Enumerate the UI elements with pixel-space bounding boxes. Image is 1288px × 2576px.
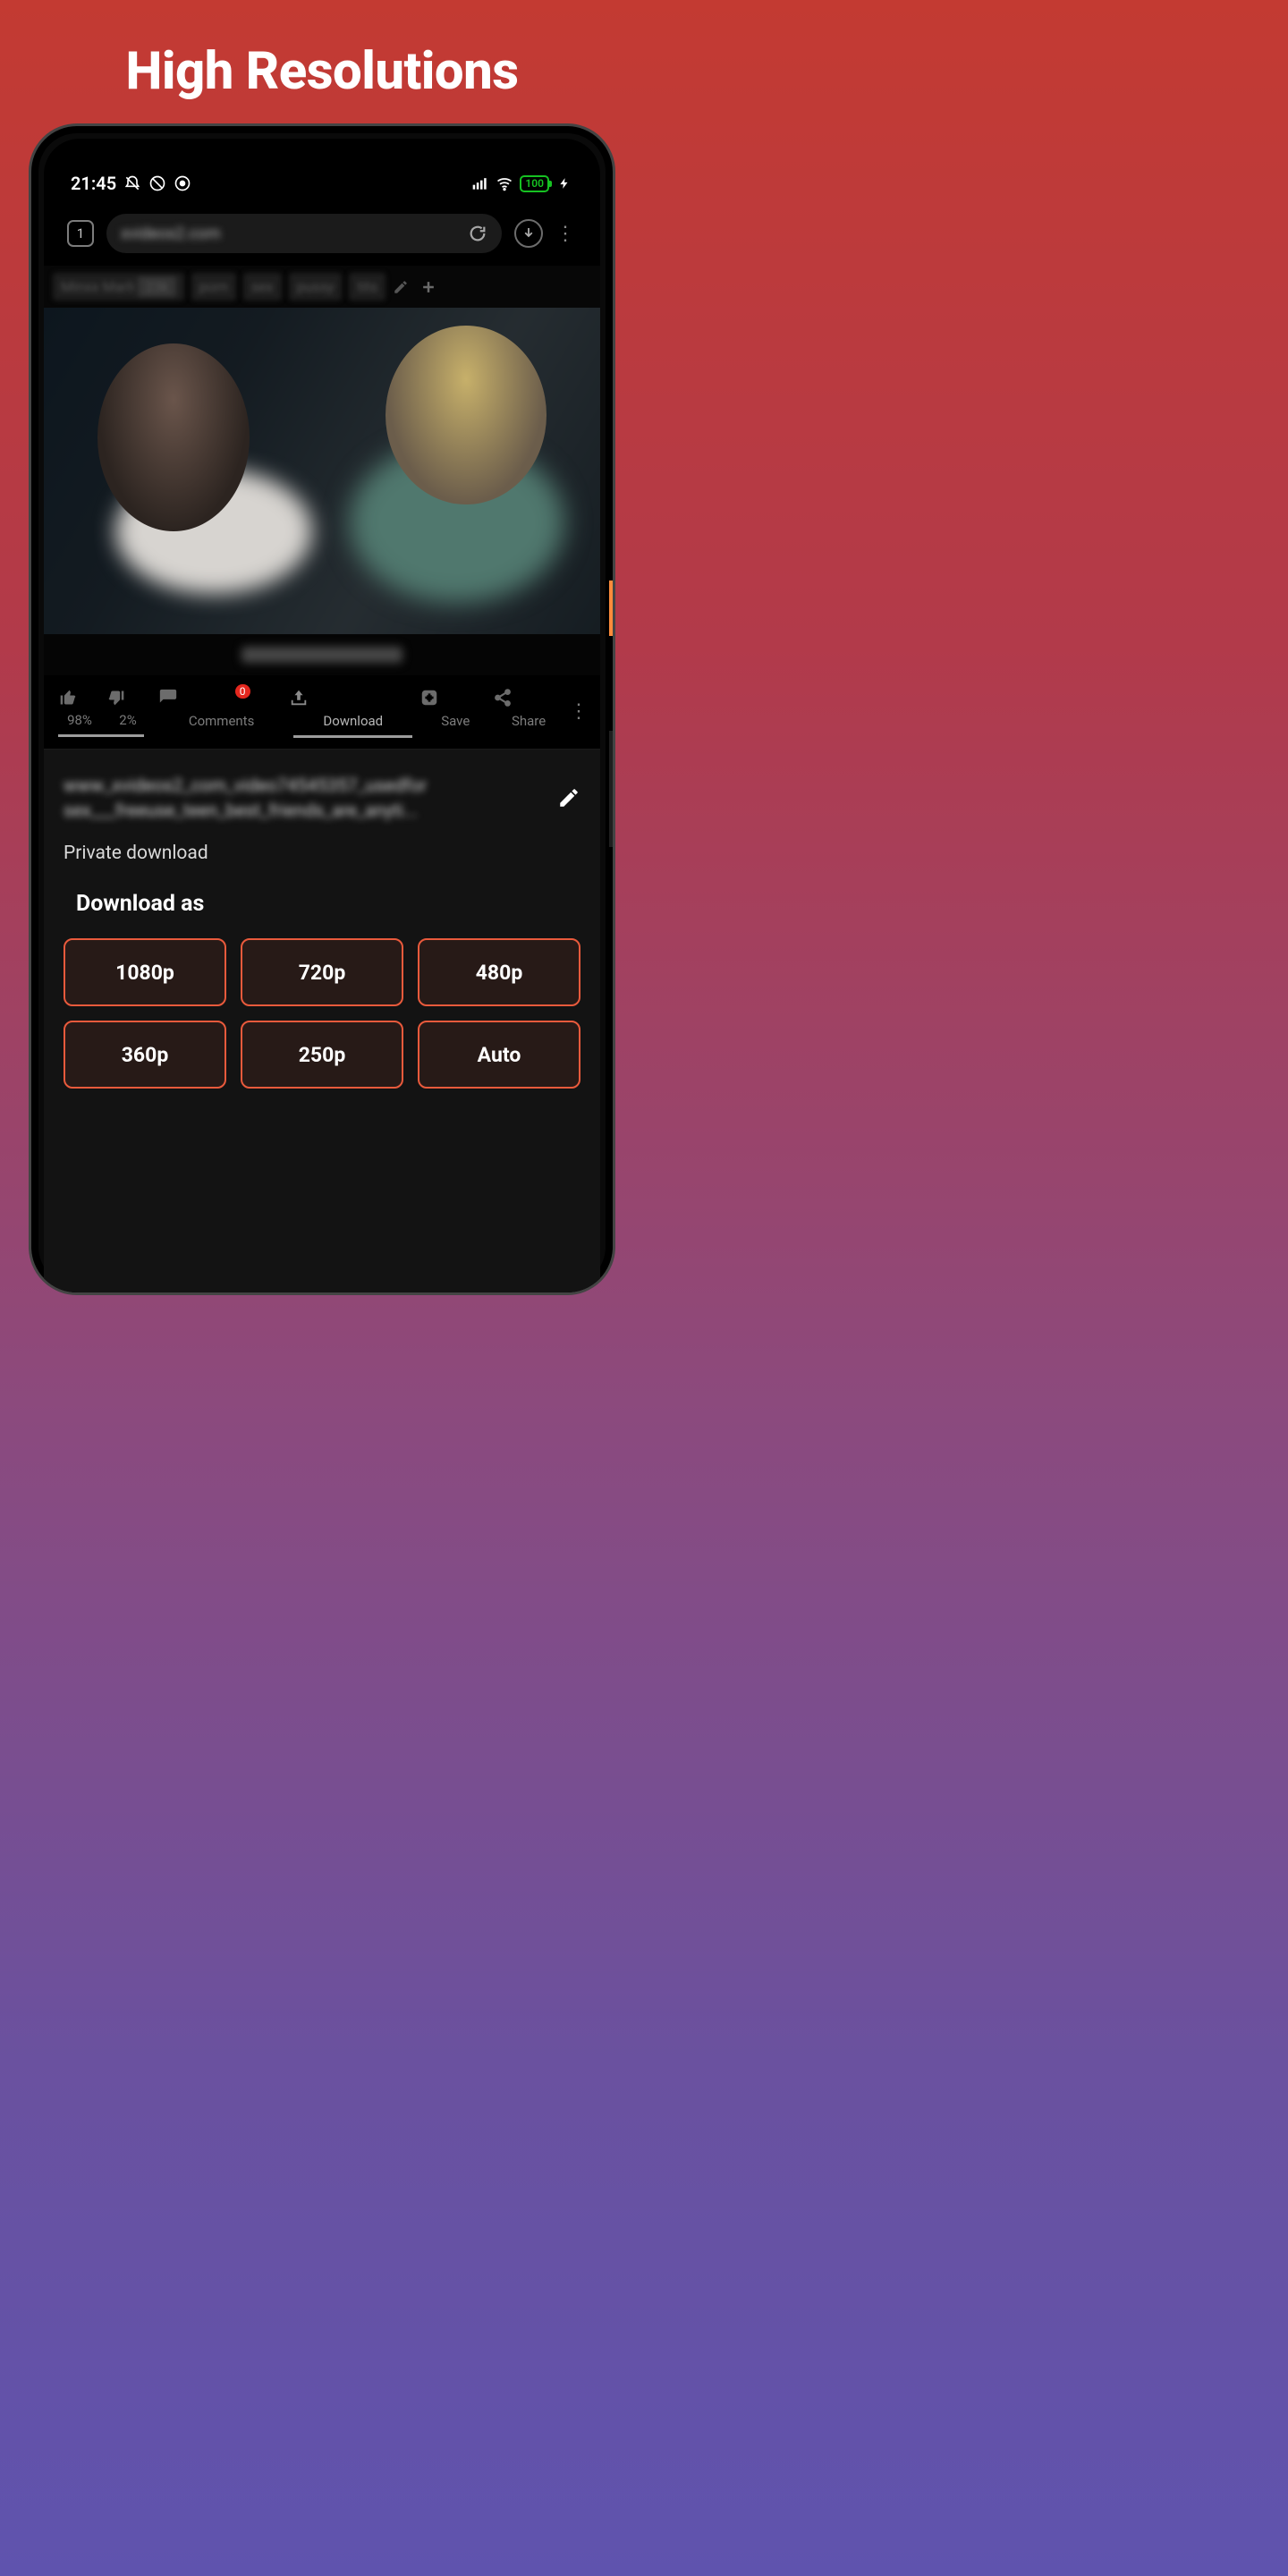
video-actions: 98% 2% 0 Comments [44, 675, 600, 743]
private-download-label: Private download [64, 843, 580, 864]
tag-chip[interactable]: sex [243, 273, 282, 301]
side-button-volume [609, 731, 615, 847]
url-text: xvideos2.com [121, 225, 221, 243]
thumbs-up-icon [58, 689, 101, 707]
save-button[interactable]: Save [419, 688, 491, 734]
tags-row: Minxx Marli23k porn sex pussy tits [44, 266, 600, 308]
overflow-menu-button[interactable]: ⋮ [555, 223, 577, 245]
comments-icon [157, 688, 286, 708]
video-player[interactable] [44, 308, 600, 634]
tag-chip[interactable]: Minxx Marli23k [53, 273, 184, 301]
circle-icon [174, 174, 191, 192]
phone-frame: 21:45 100 [29, 123, 615, 1295]
actions-overflow-button[interactable]: ⋮ [566, 700, 591, 723]
dislike-percent: 2% [119, 712, 136, 728]
resolution-250p-button[interactable]: 250p [241, 1021, 403, 1089]
url-bar[interactable]: xvideos2.com [106, 214, 502, 253]
comments-badge: 0 [235, 684, 250, 699]
page-headline: High Resolutions [0, 0, 644, 102]
dnd-icon [148, 174, 166, 192]
download-filename: www_xvideos2_com_video74545357_usedfor s… [64, 773, 543, 823]
browser-toolbar: 1 xvideos2.com ⋮ [44, 194, 600, 266]
edit-tags-icon[interactable] [393, 279, 412, 295]
resolution-1080p-button[interactable]: 1080p [64, 938, 226, 1006]
save-icon [419, 688, 491, 708]
battery-indicator: 100 [520, 175, 549, 192]
share-icon [493, 688, 564, 708]
side-button-accent [609, 580, 615, 636]
tag-chip[interactable]: tits [349, 273, 386, 301]
wifi-icon [496, 174, 513, 192]
like-button[interactable]: 98% [58, 689, 101, 733]
download-as-heading: Download as [76, 891, 580, 917]
thumbs-down-icon [106, 689, 149, 707]
like-percent: 98% [67, 712, 92, 728]
download-icon [288, 688, 418, 708]
tag-chip[interactable]: pussy [289, 273, 343, 301]
dislike-button[interactable]: 2% [106, 689, 149, 733]
phone-screen: 21:45 100 [44, 139, 600, 1292]
resolution-360p-button[interactable]: 360p [64, 1021, 226, 1089]
downloads-button[interactable] [514, 219, 543, 248]
download-button[interactable]: Download [288, 688, 418, 734]
download-panel: www_xvideos2_com_video74545357_usedfor s… [44, 750, 600, 1292]
resolution-grid: 1080p 720p 480p 360p 250p Auto [64, 938, 580, 1089]
status-time: 21:45 [71, 173, 116, 194]
share-button[interactable]: Share [493, 688, 564, 734]
status-bar: 21:45 100 [44, 139, 600, 194]
mute-icon [123, 174, 141, 192]
reload-icon[interactable] [468, 224, 487, 243]
resolution-720p-button[interactable]: 720p [241, 938, 403, 1006]
comments-button[interactable]: 0 Comments [157, 688, 286, 734]
signal-icon [471, 174, 489, 192]
resolution-480p-button[interactable]: 480p [418, 938, 580, 1006]
video-caption [44, 634, 600, 675]
charging-icon [555, 174, 573, 192]
edit-filename-icon[interactable] [557, 786, 580, 809]
resolution-auto-button[interactable]: Auto [418, 1021, 580, 1089]
tab-count-button[interactable]: 1 [67, 220, 94, 247]
add-tag-icon[interactable] [419, 278, 439, 296]
tag-chip[interactable]: porn [191, 273, 236, 301]
